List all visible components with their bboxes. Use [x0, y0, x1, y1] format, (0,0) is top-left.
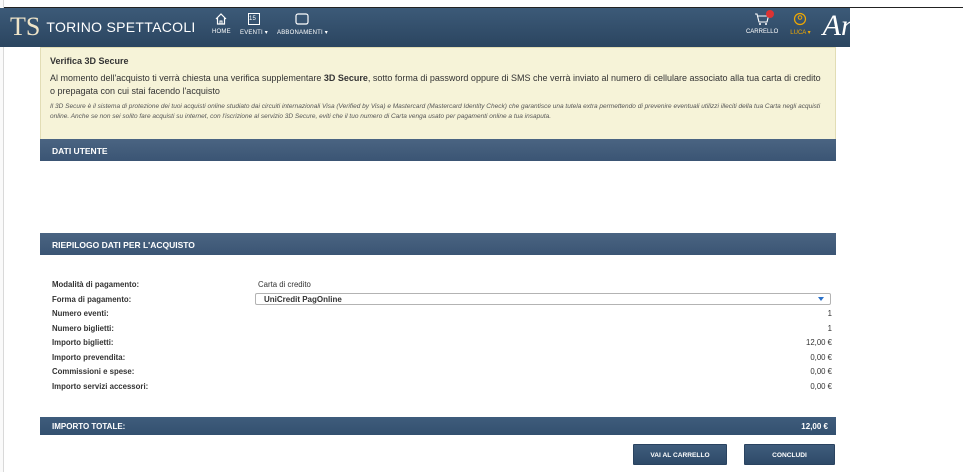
ticket-icon — [295, 13, 310, 25]
summary-row: Importo prevendita: 0,00 € — [40, 350, 836, 365]
payment-form-label: Forma di pagamento: — [52, 294, 132, 304]
go-to-cart-button[interactable]: VAI AL CARRELLO — [633, 444, 727, 465]
summary-header: RIEPILOGO DATI PER L'ACQUISTO — [40, 233, 836, 255]
user-icon — [794, 12, 807, 26]
notice-lead: Al momento dell'acquisto ti verrà chiest… — [50, 73, 821, 96]
summary-row: Importo servizi accessori: 0,00 € — [40, 379, 836, 394]
payment-form-select[interactable]: UniCredit PagOnline — [255, 292, 831, 305]
nav-abbonamenti[interactable]: ABBONAMENTI ▾ — [277, 12, 328, 36]
cart-badge — [766, 10, 775, 18]
brand-name: TORINO SPETTACOLI — [46, 19, 196, 35]
total-label: IMPORTO TOTALE: — [52, 422, 126, 431]
nav-home[interactable]: HOME — [212, 12, 231, 35]
cart-label: CARRELLO — [745, 29, 779, 35]
payment-form-selected: UniCredit PagOnline — [264, 294, 342, 304]
notice-title: Verifica 3D Secure — [50, 56, 129, 66]
conclude-button[interactable]: CONCLUDI — [744, 444, 835, 465]
user-data-area — [40, 188, 836, 238]
cart-icon — [754, 10, 775, 26]
total-bar: IMPORTO TOTALE: 12,00 € — [40, 417, 836, 435]
home-icon — [215, 13, 227, 25]
summary-row: Numero biglietti: 1 — [40, 321, 836, 336]
nav-abbonamenti-label: ABBONAMENTI ▾ — [277, 30, 328, 36]
notice-details: Il 3D Secure è il sistema di protezione … — [50, 103, 821, 120]
site-logo[interactable]: TS TORINO SPETTACOLI — [10, 14, 196, 40]
chevron-down-icon — [818, 296, 824, 301]
cart-button[interactable]: CARRELLO — [746, 8, 778, 35]
summary-row-label: Importo biglietti: — [52, 338, 114, 347]
purchase-summary: Modalità di pagamento: Carta di credito … — [40, 277, 836, 393]
summary-row-value: 0,00 € — [810, 352, 832, 362]
user-name: LUCA ▾ — [790, 30, 811, 36]
calendar-day: 15 — [248, 16, 257, 22]
summary-row-label: Importo servizi accessori: — [52, 381, 149, 391]
summary-row-label: Importo prevendita: — [52, 352, 126, 362]
total-value: 12,00 € — [801, 422, 828, 431]
payment-mode-label: Modalità di pagamento: — [52, 280, 140, 289]
payment-mode-row: Modalità di pagamento: Carta di credito — [40, 277, 836, 292]
summary-row-value: 0,00 € — [810, 367, 832, 376]
summary-row-value: 1 — [827, 309, 832, 318]
summary-row: Commissioni e spese: 0,00 € — [40, 364, 836, 379]
page-viewport: TS TORINO SPETTACOLI HOME 15 EVENTI ▾ AB… — [0, 8, 850, 472]
user-menu[interactable]: LUCA ▾ — [790, 8, 811, 36]
window-top-edge — [0, 0, 963, 8]
summary-row: Numero eventi: 1 — [40, 306, 836, 321]
nav-eventi[interactable]: 15 EVENTI ▾ — [240, 12, 268, 36]
summary-row-label: Commissioni e spese: — [52, 367, 135, 376]
site-header: TS TORINO SPETTACOLI HOME 15 EVENTI ▾ AB… — [0, 8, 850, 47]
3d-secure-notice: Verifica 3D Secure Al momento dell'acqui… — [40, 47, 836, 151]
summary-row-label: Numero eventi: — [52, 309, 109, 318]
summary-row-value: 1 — [827, 323, 832, 333]
header-tools: CARRELLO LUCA ▾ An — [746, 8, 850, 47]
payment-form-row: Forma di pagamento: UniCredit PagOnline — [40, 292, 836, 307]
blank-margin — [850, 8, 963, 472]
calendar-icon: 15 — [247, 12, 261, 26]
payment-mode-value: Carta di credito — [258, 280, 311, 289]
summary-row: Importo biglietti: 12,00 € — [40, 335, 836, 350]
nav-eventi-label: EVENTI ▾ — [240, 30, 268, 36]
user-data-header: DATI UTENTE — [40, 139, 836, 161]
summary-row-value: 12,00 € — [805, 338, 832, 347]
logo-mark: TS — [10, 12, 41, 41]
nav-home-label: HOME — [212, 29, 231, 35]
partner-logo: An — [822, 9, 850, 42]
summary-row-label: Numero biglietti: — [52, 323, 114, 333]
summary-row-value: 0,00 € — [810, 381, 832, 391]
